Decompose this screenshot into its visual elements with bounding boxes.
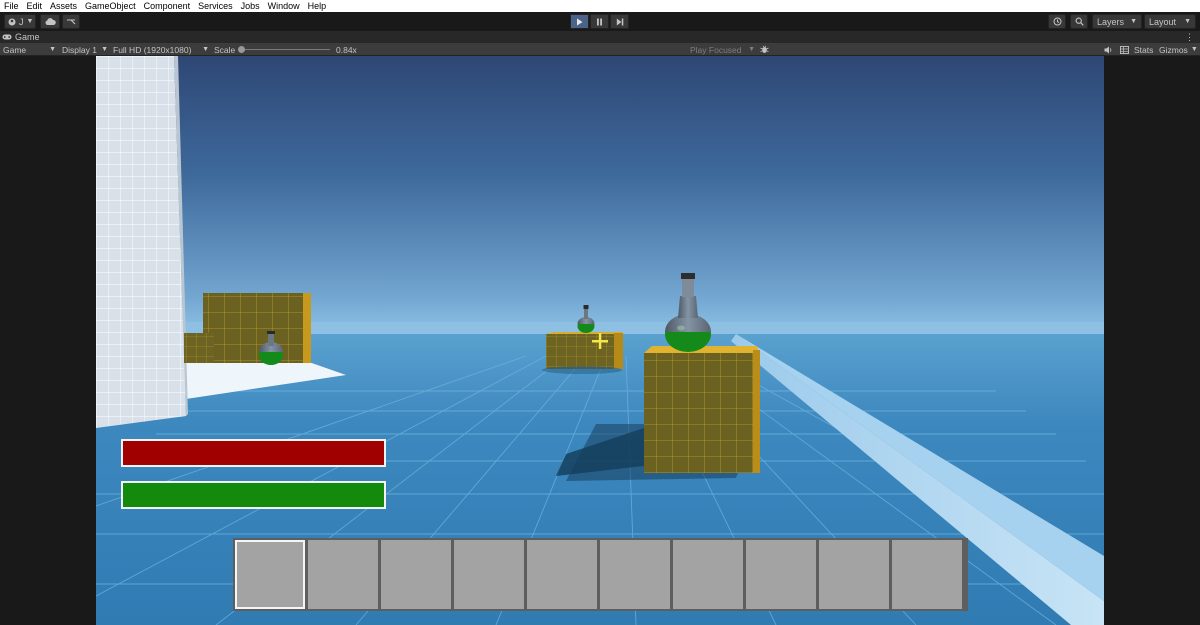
resolution-dropdown[interactable]: Full HD (1920x1080) ▼ (113, 43, 209, 56)
pause-button[interactable] (590, 14, 609, 29)
inventory-hotbar (233, 538, 968, 611)
tab-game-label: Game (15, 32, 40, 42)
crate-back-left (203, 293, 311, 363)
search-button[interactable] (1070, 14, 1088, 29)
hotbar-slot[interactable] (819, 540, 889, 609)
account-button[interactable]: J ▼ (4, 14, 36, 29)
account-label: J (19, 16, 24, 27)
play-controls (570, 14, 629, 29)
hotbar-slot[interactable] (235, 540, 305, 609)
menu-bar: File Edit Assets GameObject Component Se… (0, 0, 1200, 12)
layers-dropdown[interactable]: Layers ▼ (1092, 14, 1142, 29)
collab-icon (67, 18, 76, 24)
stats-button[interactable] (1120, 43, 1129, 56)
menu-component[interactable]: Component (144, 0, 191, 12)
search-icon (1075, 17, 1084, 26)
cloud-button[interactable] (40, 14, 60, 29)
stats-icon (1120, 45, 1129, 54)
crate-front (644, 346, 760, 473)
hotbar-slot[interactable] (746, 540, 816, 609)
hotbar-slot[interactable] (600, 540, 670, 609)
menu-assets[interactable]: Assets (50, 0, 77, 12)
game-view-toolbar: Game ▼ Display 1 ▼ Full HD (1920x1080) ▼… (0, 43, 1200, 56)
mode-dropdown[interactable]: Game ▼ (3, 43, 56, 56)
play-icon (577, 18, 583, 25)
main-toolbar: J ▼ Layers ▼ Layout ▼ (0, 12, 1200, 31)
hotbar-slot[interactable] (527, 540, 597, 609)
menu-window[interactable]: Window (268, 0, 300, 12)
scale-value: 0.84x (336, 44, 357, 55)
menu-gameobject[interactable]: GameObject (85, 0, 136, 12)
crate-small-left (184, 333, 214, 363)
tab-game[interactable]: Game (2, 31, 40, 43)
display-dropdown[interactable]: Display 1 ▼ (62, 43, 108, 56)
step-button[interactable] (610, 14, 629, 29)
gizmos-dropdown[interactable]: Gizmos ▼ (1159, 43, 1198, 56)
display-label: Display 1 (62, 44, 97, 55)
chevron-down-icon: ▼ (49, 46, 56, 53)
cloud-icon (45, 18, 56, 25)
history-button[interactable] (1048, 14, 1066, 29)
more-options-icon[interactable]: ⋮ (1185, 31, 1194, 43)
sky (96, 56, 1104, 326)
layers-label: Layers (1097, 16, 1125, 27)
account-icon (8, 18, 16, 25)
frame-debugger-button[interactable] (760, 43, 769, 56)
menu-help[interactable]: Help (308, 0, 327, 12)
hotbar-slot[interactable] (454, 540, 524, 609)
hotbar-slot[interactable] (673, 540, 743, 609)
history-icon (1053, 17, 1061, 26)
chevron-down-icon: ▼ (202, 46, 209, 53)
chevron-down-icon: ▼ (101, 46, 108, 53)
mute-audio-button[interactable] (1104, 43, 1113, 56)
scale-label: Scale (214, 44, 236, 55)
hotbar-slot[interactable] (892, 540, 962, 609)
stamina-bar (121, 481, 386, 509)
play-focused-dropdown[interactable]: Play Focused ▼ (690, 43, 755, 56)
crate-back-left-side (303, 293, 311, 363)
health-bar (121, 439, 386, 467)
layout-dropdown[interactable]: Layout ▼ (1144, 14, 1196, 29)
menu-jobs[interactable]: Jobs (241, 0, 260, 12)
scale-slider-handle[interactable] (238, 46, 245, 53)
chevron-down-icon: ▼ (1190, 46, 1198, 53)
audio-icon (1104, 46, 1112, 53)
play-button[interactable] (570, 14, 589, 29)
bug-icon (760, 45, 769, 53)
hotbar-slot[interactable] (308, 540, 378, 609)
chevron-down-icon: ▼ (748, 46, 755, 53)
chevron-down-icon: ▼ (1130, 18, 1137, 25)
scale-slider-track[interactable] (240, 49, 330, 50)
game-viewport[interactable] (96, 56, 1104, 625)
chevron-down-icon: ▼ (1184, 18, 1191, 25)
play-focused-label: Play Focused (690, 44, 742, 55)
layout-label: Layout (1149, 16, 1177, 27)
menu-file[interactable]: File (4, 0, 19, 12)
collab-button[interactable] (62, 14, 80, 29)
hotbar-slot[interactable] (381, 540, 451, 609)
pause-icon (597, 18, 602, 25)
chevron-down-icon: ▼ (26, 18, 34, 25)
menu-services[interactable]: Services (198, 0, 233, 12)
tab-bar: Game ⋮ (0, 31, 1200, 43)
gamepad-icon (2, 34, 12, 40)
left-wall (96, 56, 186, 428)
mode-label: Game (3, 44, 27, 55)
resolution-label: Full HD (1920x1080) (113, 44, 192, 55)
step-icon (616, 18, 623, 25)
menu-edit[interactable]: Edit (27, 0, 43, 12)
crate-middle (542, 332, 624, 374)
gizmos-label: Gizmos (1159, 44, 1188, 55)
stats-label[interactable]: Stats (1134, 43, 1153, 56)
